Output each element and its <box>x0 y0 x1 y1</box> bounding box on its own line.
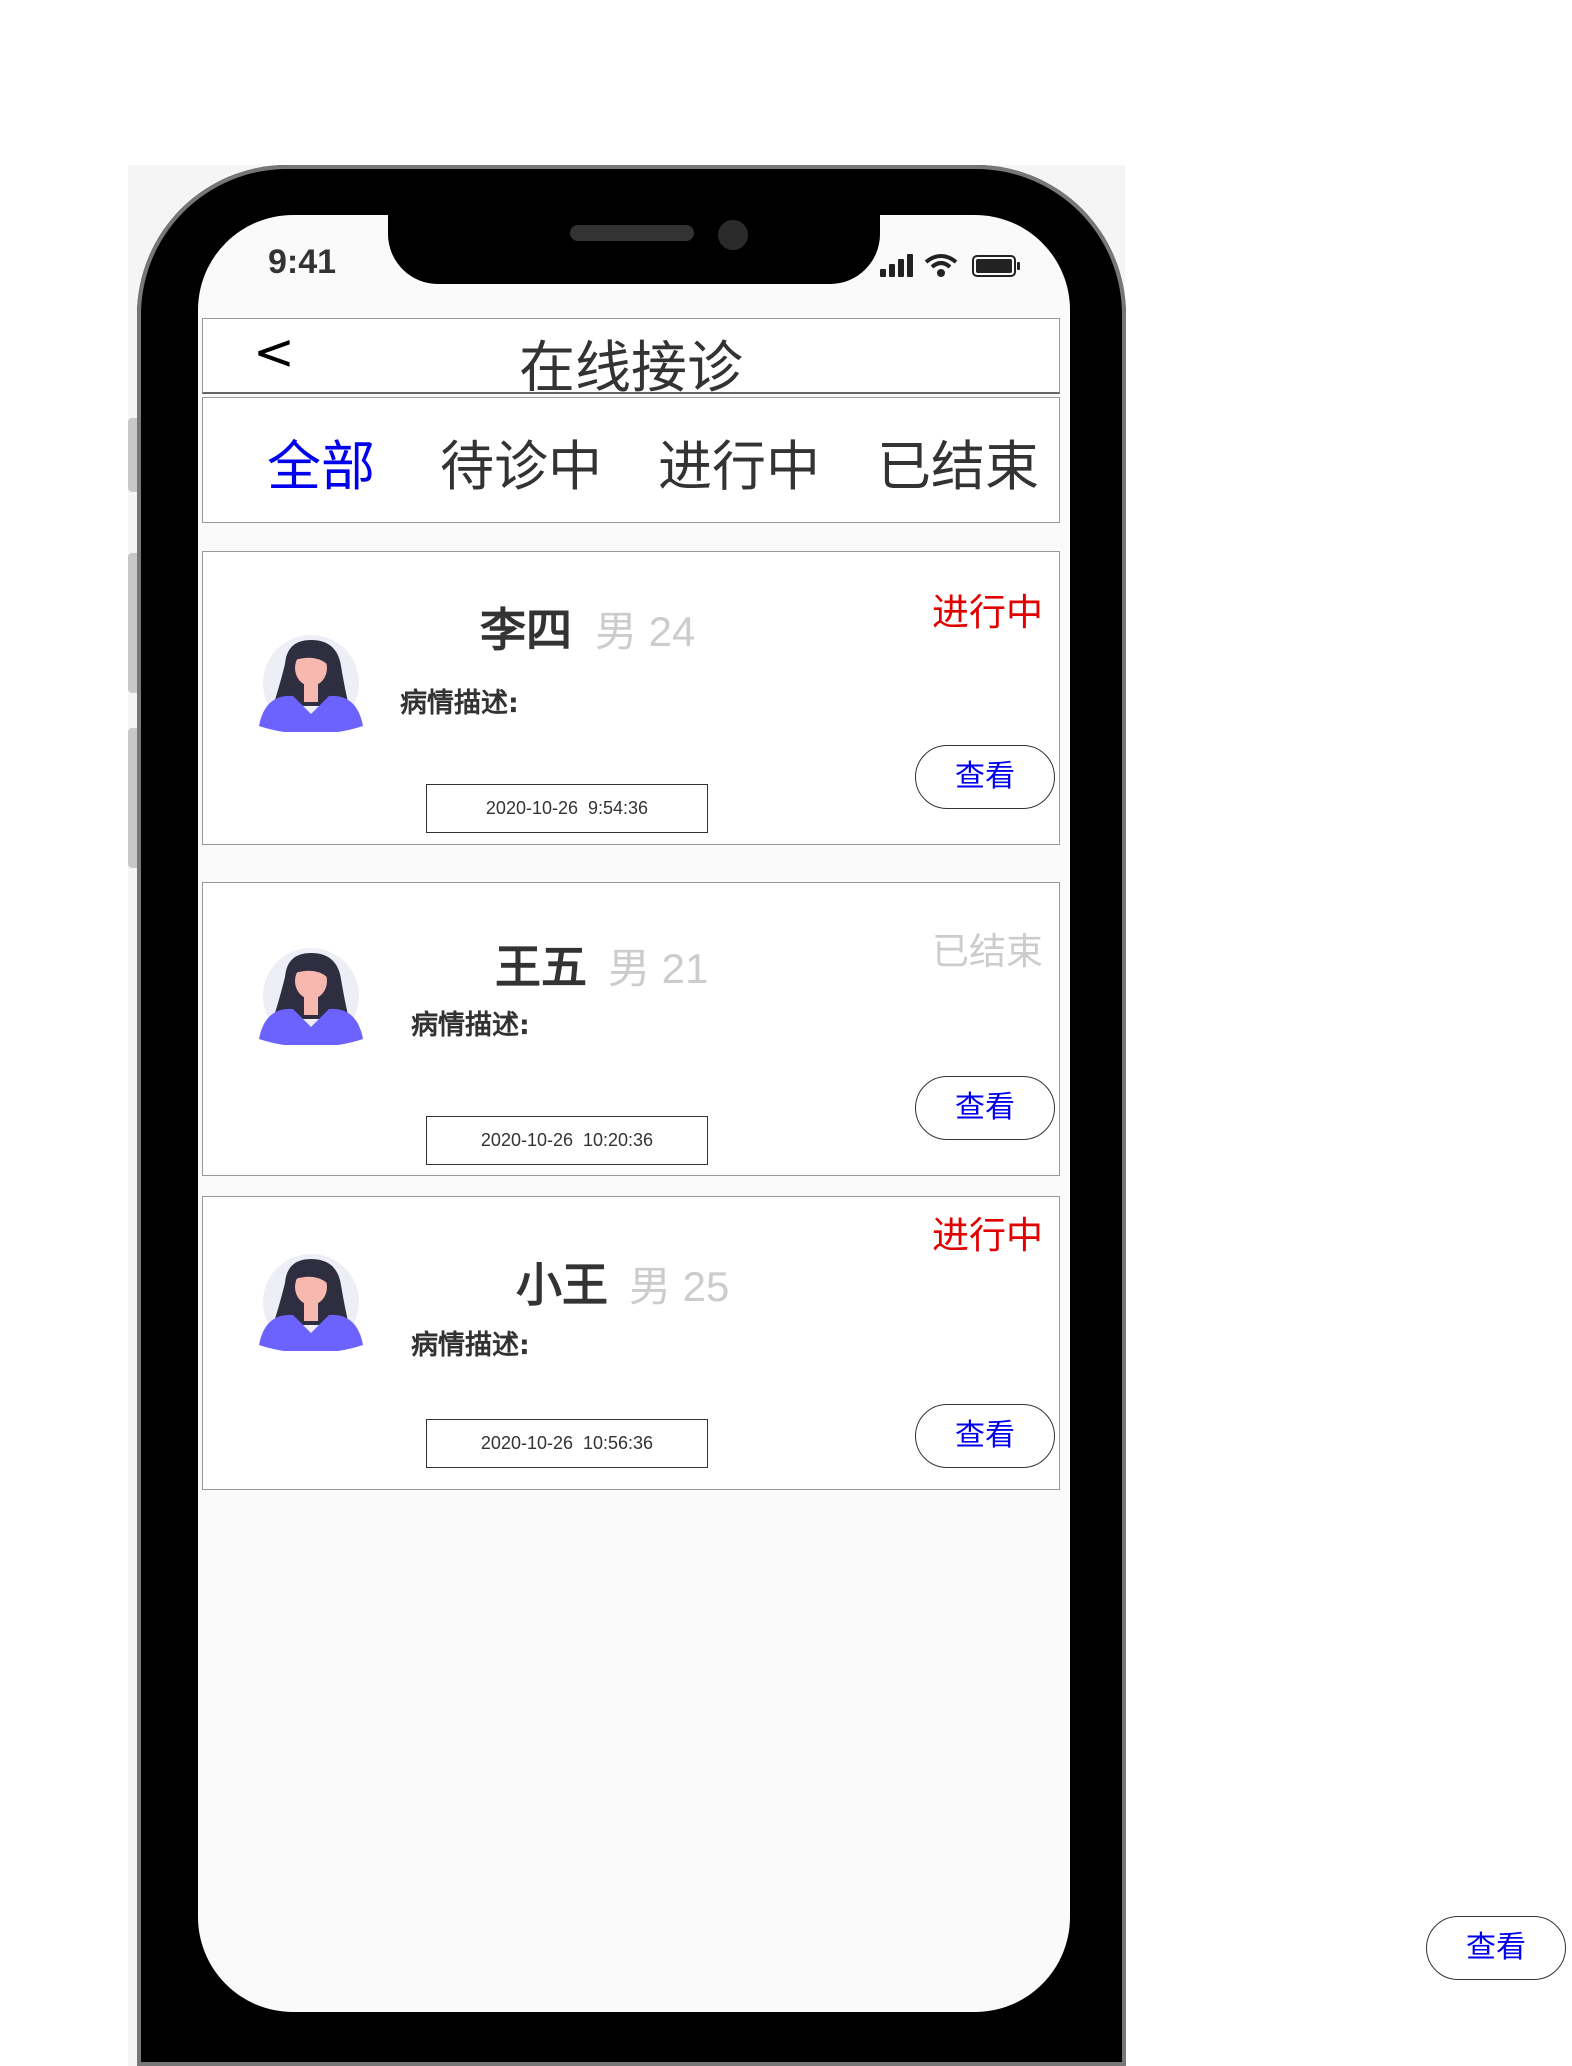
tab-waiting[interactable]: 待诊中 <box>440 422 602 501</box>
patient-name: 李四 <box>480 603 572 657</box>
condition-label: 病情描述: <box>411 1010 530 1041</box>
consult-card[interactable]: 李四 男 24 病情描述: 进行中 查看 2020-10-26 9:54:36 <box>202 551 1060 845</box>
timestamp: 2020-10-26 9:54:36 <box>426 784 708 833</box>
page-title: 在线接诊 <box>519 336 743 401</box>
avatar <box>259 1254 363 1351</box>
patient-gender-age: 男 24 <box>595 608 696 655</box>
wifi-icon <box>924 254 958 277</box>
status-icons <box>876 253 1036 283</box>
tab-in-progress[interactable]: 进行中 <box>658 422 820 501</box>
view-button[interactable]: 查看 <box>915 1404 1055 1468</box>
status-badge: 进行中 <box>932 1214 1043 1257</box>
phone-screen: 9:41 < 在线接诊 全部 待诊中 进行中 已结束 李四 男 24 病情描述:… <box>198 215 1070 2012</box>
view-button[interactable]: 查看 <box>915 1076 1055 1140</box>
battery-icon <box>972 255 1020 277</box>
avatar <box>259 948 363 1045</box>
view-button[interactable]: 查看 <box>915 745 1055 809</box>
patient-name: 王五 <box>495 940 587 994</box>
status-badge: 进行中 <box>932 591 1043 634</box>
patient-gender-age: 男 25 <box>629 1263 730 1310</box>
notch <box>388 215 880 284</box>
speaker <box>570 225 694 241</box>
patient-gender-age: 男 21 <box>608 945 709 992</box>
condition-label: 病情描述: <box>411 1330 530 1361</box>
tab-finished[interactable]: 已结束 <box>877 422 1039 501</box>
patient-name: 小王 <box>516 1258 608 1312</box>
consult-card[interactable]: 王五 男 21 病情描述: 已结束 查看 2020-10-26 10:20:36 <box>202 882 1060 1176</box>
avatar <box>259 635 363 732</box>
tab-all[interactable]: 全部 <box>267 422 375 501</box>
status-badge: 已结束 <box>932 930 1043 973</box>
timestamp: 2020-10-26 10:20:36 <box>426 1116 708 1165</box>
timestamp: 2020-10-26 10:56:36 <box>426 1419 708 1468</box>
tab-bar: 全部 待诊中 进行中 已结束 <box>202 397 1060 523</box>
view-button-standalone[interactable]: 查看 <box>1426 1916 1566 1980</box>
app-header: < 在线接诊 <box>202 318 1060 401</box>
condition-label: 病情描述: <box>400 688 519 719</box>
status-time: 9:41 <box>268 243 337 281</box>
consult-card[interactable]: 小王 男 25 病情描述: 进行中 查看 2020-10-26 10:56:36 <box>202 1196 1060 1490</box>
front-camera <box>718 220 748 250</box>
